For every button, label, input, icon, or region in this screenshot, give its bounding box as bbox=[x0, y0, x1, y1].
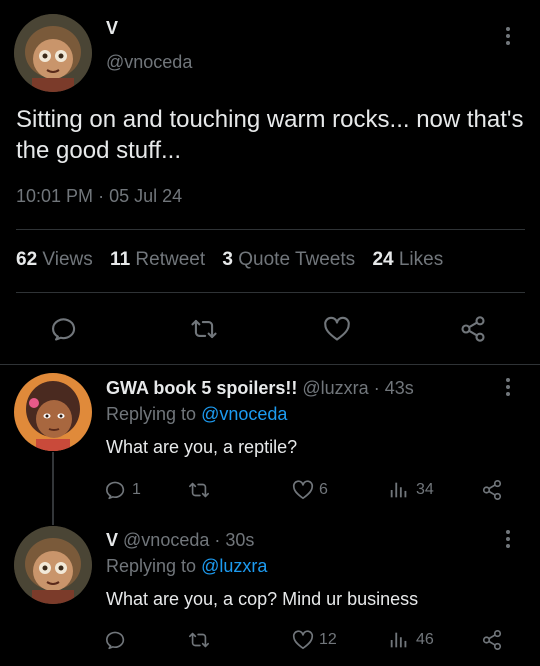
views-button[interactable]: 46 bbox=[388, 629, 434, 651]
like-icon bbox=[292, 629, 314, 651]
author-name[interactable]: V bbox=[106, 18, 118, 39]
replying-label: Replying to bbox=[106, 404, 197, 424]
divider bbox=[0, 364, 540, 365]
replying-to-link[interactable]: @vnoceda bbox=[201, 404, 287, 424]
quotes-count: 3 bbox=[222, 249, 233, 270]
separator-dot: · bbox=[214, 530, 221, 550]
author-handle[interactable]: @vnoceda bbox=[123, 530, 209, 550]
tweet-text: Sitting on and touching warm rocks... no… bbox=[16, 106, 524, 164]
avatar[interactable] bbox=[14, 373, 92, 451]
views-label: Views bbox=[42, 249, 93, 270]
like-count: 12 bbox=[319, 631, 337, 648]
reply-header: GWA book 5 spoilers!! @luzxra · 43s bbox=[106, 378, 414, 399]
reply-button[interactable]: 1 bbox=[106, 479, 141, 501]
tweet-stats: 62 Views 11 Retweet 3 Quote Tweets 24 Li… bbox=[16, 249, 443, 271]
replying-to: Replying to @luzxra bbox=[106, 556, 267, 577]
reply-icon bbox=[106, 629, 128, 651]
retweet-button[interactable] bbox=[186, 479, 212, 501]
retweet-icon bbox=[186, 629, 212, 651]
avatar[interactable] bbox=[14, 526, 92, 604]
retweet-icon[interactable] bbox=[189, 315, 219, 343]
author-name[interactable]: GWA book 5 spoilers!! bbox=[106, 378, 297, 398]
tweet-time: 10:01 PM bbox=[16, 186, 94, 206]
share-icon[interactable] bbox=[458, 315, 488, 343]
views-chart-icon bbox=[388, 629, 410, 651]
reply-text: What are you, a reptile? bbox=[106, 437, 298, 457]
tweet-date: 05 Jul 24 bbox=[109, 186, 183, 206]
retweet-button[interactable] bbox=[186, 629, 212, 651]
share-icon bbox=[480, 629, 504, 651]
reply-age: 30s bbox=[225, 530, 255, 550]
likes-label: Likes bbox=[398, 249, 444, 270]
views-button[interactable]: 34 bbox=[388, 479, 434, 501]
separator-dot: · bbox=[373, 378, 380, 398]
more-options-icon[interactable] bbox=[505, 530, 511, 551]
reply-icon[interactable] bbox=[52, 315, 80, 343]
reply-text: What are you, a cop? Mind ur business bbox=[106, 589, 419, 609]
retweet-icon bbox=[186, 479, 212, 501]
divider bbox=[16, 229, 525, 230]
views-stat[interactable]: 62 Views bbox=[16, 249, 98, 270]
like-icon[interactable] bbox=[323, 315, 351, 343]
reply-icon bbox=[106, 479, 128, 501]
reply-button[interactable] bbox=[106, 629, 128, 651]
likes-stat[interactable]: 24 Likes bbox=[372, 249, 443, 270]
separator-dot: · bbox=[98, 186, 105, 206]
divider bbox=[16, 292, 525, 293]
view-count: 46 bbox=[416, 631, 434, 648]
views-count: 62 bbox=[16, 249, 38, 270]
views-chart-icon bbox=[388, 479, 410, 501]
retweets-count: 11 bbox=[110, 249, 131, 270]
replying-to: Replying to @vnoceda bbox=[106, 404, 287, 425]
tweet-timestamp: 10:01 PM · 05 Jul 24 bbox=[16, 186, 182, 207]
thread-connector-line bbox=[52, 452, 54, 525]
more-options-icon[interactable] bbox=[505, 378, 511, 399]
like-button[interactable]: 12 bbox=[292, 629, 337, 651]
author-handle[interactable]: @luzxra bbox=[302, 378, 368, 398]
view-count: 34 bbox=[416, 481, 434, 498]
author-name[interactable]: V bbox=[106, 530, 118, 550]
replying-label: Replying to bbox=[106, 556, 197, 576]
like-icon bbox=[292, 479, 314, 501]
retweets-stat[interactable]: 11 Retweet bbox=[110, 249, 210, 270]
reply-header: V @vnoceda · 30s bbox=[106, 530, 254, 551]
like-button[interactable]: 6 bbox=[292, 479, 328, 501]
reply-age: 43s bbox=[384, 378, 414, 398]
share-icon bbox=[480, 479, 504, 501]
replying-to-link[interactable]: @luzxra bbox=[201, 556, 267, 576]
reply-count: 1 bbox=[132, 481, 141, 498]
retweets-label: Retweet bbox=[135, 249, 206, 270]
share-button[interactable] bbox=[480, 629, 504, 651]
likes-count: 24 bbox=[372, 249, 394, 270]
more-options-icon[interactable] bbox=[505, 27, 511, 48]
avatar[interactable] bbox=[14, 14, 92, 92]
quotes-stat[interactable]: 3 Quote Tweets bbox=[222, 249, 360, 270]
share-button[interactable] bbox=[480, 479, 504, 501]
author-handle[interactable]: @vnoceda bbox=[106, 52, 192, 73]
quotes-label: Quote Tweets bbox=[238, 249, 356, 270]
like-count: 6 bbox=[319, 481, 328, 498]
